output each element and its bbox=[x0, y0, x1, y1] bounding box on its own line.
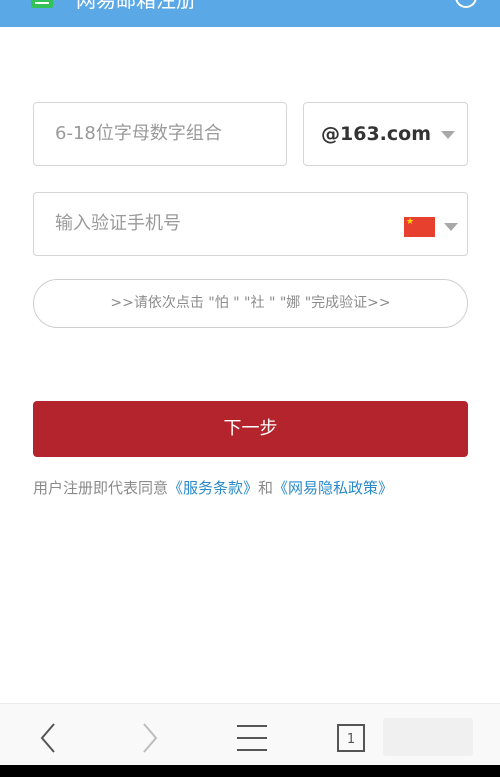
captcha-button[interactable]: >>请依次点击 "怕 " "社 " "娜 "完成验证>> bbox=[33, 279, 468, 328]
next-button[interactable]: 下一步 bbox=[33, 401, 468, 457]
tabs-icon[interactable]: 1 bbox=[321, 704, 381, 766]
terms-link[interactable]: 《服务条款》 bbox=[168, 479, 258, 497]
privacy-link[interactable]: 《网易隐私政策》 bbox=[273, 479, 393, 497]
top-banner: 网易邮箱注册 bbox=[0, 0, 500, 27]
close-circle-icon[interactable] bbox=[455, 0, 477, 8]
menu-icon[interactable] bbox=[221, 704, 281, 766]
agreement-prefix: 用户注册即代表同意 bbox=[33, 479, 169, 497]
phone-placeholder: 输入验证手机号 bbox=[55, 213, 181, 234]
profile-placeholder[interactable] bbox=[383, 718, 473, 756]
page-title: 网易邮箱注册 bbox=[76, 0, 196, 12]
phone-field[interactable]: 输入验证手机号 ★ bbox=[33, 192, 468, 256]
tab-count: 1 bbox=[347, 732, 355, 747]
chevron-down-icon bbox=[441, 131, 455, 139]
domain-value: @163.com bbox=[321, 123, 431, 145]
chevron-down-icon[interactable] bbox=[444, 223, 458, 231]
username-field[interactable]: 6-18位字母数字组合 bbox=[33, 102, 287, 166]
forward-icon[interactable] bbox=[120, 704, 180, 766]
agreement-text: 用户注册即代表同意《服务条款》和《网易隐私政策》 bbox=[33, 476, 393, 500]
bottom-nav-bar: 1 bbox=[0, 703, 500, 765]
mail-icon bbox=[31, 0, 53, 8]
domain-select[interactable]: @163.com bbox=[303, 102, 468, 166]
back-icon[interactable] bbox=[18, 704, 78, 766]
system-bar bbox=[0, 765, 500, 777]
username-placeholder: 6-18位字母数字组合 bbox=[55, 123, 222, 144]
china-flag-icon[interactable]: ★ bbox=[404, 217, 435, 237]
agreement-and: 和 bbox=[258, 479, 274, 497]
